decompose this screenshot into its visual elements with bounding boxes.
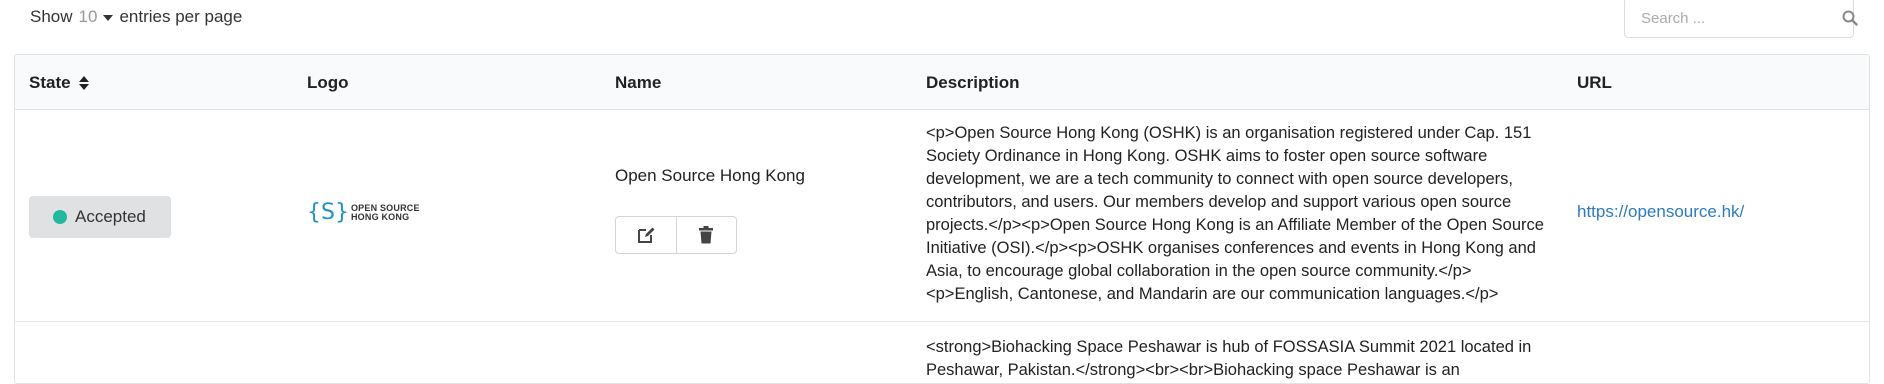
entries-label: entries per page (119, 7, 243, 26)
status-label: Accepted (75, 207, 146, 226)
logo-text-line2: HONG KONG (350, 212, 410, 222)
header-state[interactable]: State (29, 73, 89, 93)
groups-table: State Logo Name Description URL Accepted… (14, 54, 1870, 384)
header-name: Name (615, 73, 661, 93)
header-description-label: Description (926, 73, 1020, 92)
sort-icon[interactable] (78, 76, 89, 90)
table-row: Accepted {S} OPEN SOURCE HONG KONG Open … (15, 110, 1869, 322)
edit-icon (637, 227, 655, 243)
logo-wordmark: OPEN SOURCE HONG KONG (351, 204, 420, 222)
row-actions (615, 216, 737, 254)
entries-per-page-control: Show 10 entries per page (30, 6, 242, 28)
header-description: Description (926, 73, 1020, 93)
header-url-label: URL (1577, 73, 1612, 92)
edit-button[interactable] (616, 217, 676, 253)
per-page-dropdown[interactable]: 10 (79, 6, 114, 28)
per-page-value: 10 (78, 7, 98, 26)
table-controls: Show 10 entries per page (0, 0, 1884, 54)
status-dot-icon (53, 210, 67, 224)
group-description: <strong>Biohacking Space Peshawar is hub… (926, 338, 1532, 379)
group-logo: {S} OPEN SOURCE HONG KONG (307, 202, 420, 224)
status-badge: Accepted (29, 196, 171, 238)
trash-icon (699, 226, 714, 244)
search-icon[interactable] (1842, 0, 1858, 38)
header-logo: Logo (307, 73, 349, 93)
delete-button[interactable] (675, 217, 737, 253)
header-url: URL (1577, 73, 1612, 93)
search-input[interactable] (1625, 8, 1842, 28)
header-logo-label: Logo (307, 73, 349, 92)
header-name-label: Name (615, 73, 662, 92)
search-box (1624, 0, 1858, 38)
table-header: State Logo Name Description URL (15, 55, 1869, 110)
show-label: Show (30, 7, 73, 26)
group-name: Open Source Hong Kong (615, 166, 805, 185)
open-source-hk-logo-icon: {S} (307, 200, 349, 225)
header-state-label: State (29, 73, 71, 92)
group-url-link[interactable]: https://opensource.hk/ (1577, 202, 1744, 222)
caret-down-icon (103, 15, 114, 21)
table-row: <strong>Biohacking Space Peshawar is hub… (15, 322, 1869, 383)
group-description: <p>Open Source Hong Kong (OSHK) is an or… (926, 124, 1544, 303)
